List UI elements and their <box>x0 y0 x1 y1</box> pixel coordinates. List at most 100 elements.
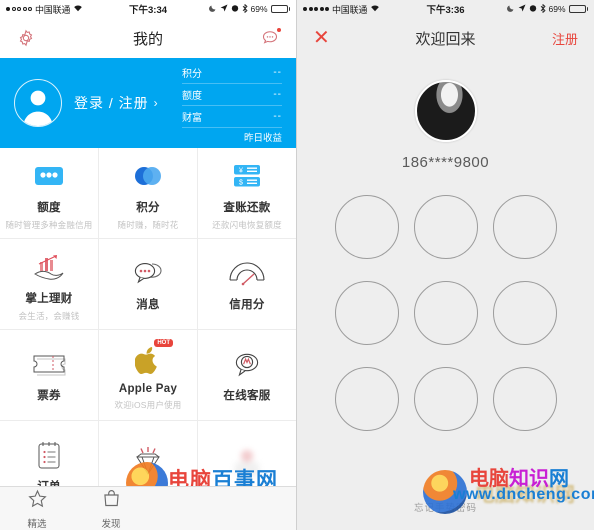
credit-score-gauge-icon <box>227 256 267 290</box>
login-label: 登录 / 注册 <box>74 95 149 111</box>
watermark-brand-part2: 知识 <box>509 468 549 490</box>
grid-cell-message[interactable]: 消息 <box>99 239 198 329</box>
battery-percent: 69% <box>250 4 268 14</box>
message-bubble-icon <box>130 256 166 290</box>
location-arrow-icon <box>518 4 526 14</box>
right-status-bar: 中国联通 下午3:36 69% <box>297 0 594 18</box>
pattern-dot[interactable] <box>334 281 399 345</box>
stat-value: -- <box>273 67 282 78</box>
cell-label: 掌上理财 <box>25 293 73 305</box>
cell-sub: 随时赚，随时花 <box>117 220 179 230</box>
profile-stats: 积分 -- 额度 -- 财富 -- 昨日收益 <box>182 62 282 144</box>
cell-label: Apple Pay <box>118 383 178 395</box>
online-service-icon <box>230 347 264 381</box>
status-time: 下午3:36 <box>426 5 465 16</box>
pattern-dot[interactable] <box>413 281 478 345</box>
stat-label: 财富 <box>182 113 202 124</box>
left-nav-bar: 我的 <box>0 18 296 58</box>
cell-sub: 欢迎iOS用户使用 <box>114 400 182 410</box>
grid-cell-credit-score[interactable]: 信用分 <box>198 239 296 329</box>
wifi-icon <box>73 4 83 14</box>
moon-icon <box>506 4 515 14</box>
tab-discover[interactable]: 发现 <box>74 488 148 530</box>
user-avatar-icon[interactable] <box>14 79 62 127</box>
grid-cell-points[interactable]: 积分 随时赚，随时花 <box>99 148 198 238</box>
points-circles-icon <box>131 159 165 193</box>
location-arrow-icon <box>220 4 228 14</box>
battery-icon <box>270 5 291 13</box>
order-clipboard-icon <box>34 438 64 472</box>
stat-value: -- <box>273 89 282 100</box>
tab-label: 发现 <box>101 518 121 530</box>
signal-dots <box>303 7 329 11</box>
page-title: 我的 <box>132 30 163 48</box>
stat-row[interactable]: 额度 -- <box>182 84 282 106</box>
pattern-dot[interactable] <box>334 195 399 259</box>
watermark-brand: 电脑知识网 <box>469 462 569 491</box>
grid-cell-coupon[interactable]: 票券 <box>0 330 99 420</box>
register-link[interactable]: 注册 <box>552 29 578 48</box>
grid-cell-bill-repayment[interactable]: ¥ $ 查账还款 还款闪电恢复额度 <box>198 148 296 238</box>
grid-cell-apple-pay[interactable]: HOT Apple Pay 欢迎iOS用户使用 <box>99 330 198 420</box>
wifi-icon <box>370 4 380 14</box>
alarm-icon <box>231 4 239 14</box>
status-time: 下午3:34 <box>129 5 168 16</box>
stat-row[interactable]: 财富 -- <box>182 106 282 128</box>
status-left: 中国联通 <box>6 3 129 16</box>
grid-cell-credit-limit[interactable]: 额度 随时管理多种金融信用 <box>0 148 99 238</box>
watermark-brand-part1: 电脑 <box>469 468 509 490</box>
status-left: 中国联通 <box>303 3 427 16</box>
cell-sub: 还款闪电恢复额度 <box>212 220 282 230</box>
pattern-dot[interactable] <box>492 281 557 345</box>
login-register-link[interactable]: 登录 / 注册 › <box>74 93 159 113</box>
svg-text:$: $ <box>239 180 243 187</box>
signal-dots <box>6 7 32 11</box>
bluetooth-icon <box>242 3 248 15</box>
avatar[interactable] <box>414 80 477 142</box>
finance-chart-icon <box>31 250 67 284</box>
pattern-dot[interactable] <box>413 195 478 259</box>
alarm-icon <box>529 4 537 14</box>
grid-cell-online-service[interactable]: 在线客服 <box>198 330 296 420</box>
chevron-right-icon: › <box>153 96 159 110</box>
grid-row: 票券 HOT Apple Pay 欢迎iOS用户使用 在线客服 <box>0 330 296 421</box>
feature-grid: 额度 随时管理多种金融信用 积分 随时赚，随时花 ¥ $ 查账还款 还款闪电恢复… <box>0 148 296 512</box>
chat-bubble-icon[interactable] <box>258 26 282 50</box>
blurred-icon <box>230 446 264 480</box>
profile-header: 登录 / 注册 › 积分 -- 额度 -- 财富 -- 昨日收益 <box>0 58 296 148</box>
pattern-dot[interactable] <box>492 195 557 259</box>
left-phone-screen: 中国联通 下午3:34 69% 我的 登录 / 注册 › 积分 -- 额度 --… <box>0 0 297 530</box>
star-icon <box>27 488 48 514</box>
yesterday-earnings-label[interactable]: 昨日收益 <box>182 130 282 144</box>
cell-label: 票券 <box>37 390 61 402</box>
pattern-dot[interactable] <box>492 367 557 431</box>
carrier-label: 中国联通 <box>35 4 71 15</box>
tab-featured[interactable]: 精选 <box>0 488 74 530</box>
battery-percent: 69% <box>548 4 566 14</box>
carrier-label: 中国联通 <box>332 4 368 15</box>
stat-value: -- <box>273 111 282 122</box>
coupon-ticket-icon <box>30 347 68 381</box>
cell-label: 在线客服 <box>223 390 271 402</box>
stat-label: 积分 <box>182 69 202 80</box>
stat-label: 额度 <box>182 91 202 102</box>
grid-row: 掌上理财 会生活，会赚钱 消息 信用分 <box>0 239 296 330</box>
tab-label: 精选 <box>27 518 47 530</box>
stat-row[interactable]: 积分 -- <box>182 62 282 84</box>
forgot-pattern-link[interactable]: 忘记手势密码 <box>297 500 594 514</box>
cell-label: 积分 <box>136 202 160 214</box>
battery-icon <box>568 5 589 13</box>
pattern-lock-grid[interactable] <box>334 195 557 431</box>
cell-sub: 随时管理多种金融信用 <box>5 220 93 230</box>
cell-label: 查账还款 <box>223 202 271 214</box>
pattern-dot[interactable] <box>413 367 478 431</box>
credit-limit-icon <box>33 159 65 193</box>
grid-cell-finance[interactable]: 掌上理财 会生活，会赚钱 <box>0 239 99 329</box>
close-icon[interactable]: ✕ <box>313 28 330 48</box>
pattern-dot[interactable] <box>334 367 399 431</box>
cell-label: 额度 <box>37 202 61 214</box>
right-phone-screen: 中国联通 下午3:36 69% ✕ 欢迎回来 注册 186****9800 忘记… <box>297 0 594 530</box>
gear-icon[interactable] <box>14 26 38 50</box>
bottom-tab-bar: 精选 发现 <box>0 486 296 530</box>
cell-label: 信用分 <box>229 299 265 311</box>
